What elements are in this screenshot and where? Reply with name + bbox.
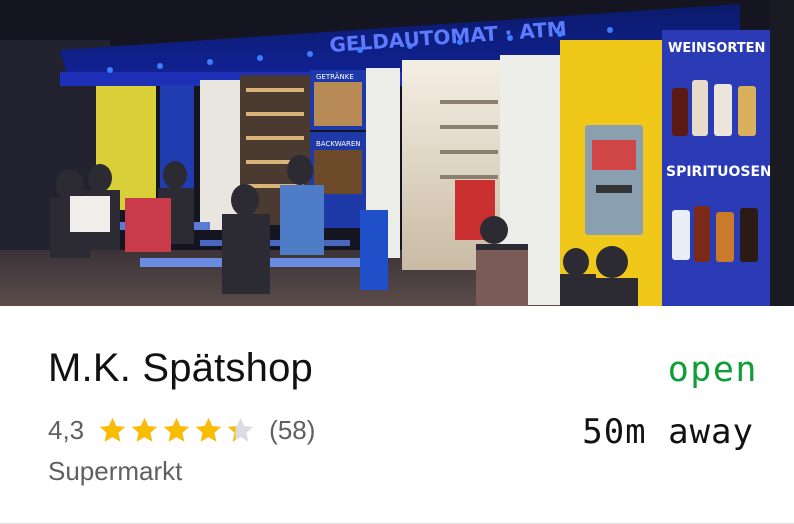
- sign-weinsorten: WEINSORTEN: [668, 41, 765, 56]
- star-icon: [195, 417, 222, 442]
- place-title[interactable]: M.K. Spätshop: [48, 346, 313, 391]
- storefront-photo: GELDAUTOMAT · ATM GETRÄNKE BACKWAREN WEI…: [0, 0, 794, 306]
- place-info: M.K. Spätshop 4,3 (58) Supermarkt open 5…: [0, 306, 794, 524]
- star-icon: [227, 417, 254, 442]
- star-icon: [163, 417, 190, 442]
- review-count: (58): [269, 414, 316, 445]
- open-status: open: [667, 350, 758, 390]
- rating-row[interactable]: 4,3 (58): [48, 412, 315, 448]
- rating-value: 4,3: [48, 414, 85, 445]
- window-label-2: BACKWAREN: [316, 140, 361, 148]
- sign-spirituosen: SPIRITUOSEN: [666, 164, 772, 180]
- place-category: Supermarkt: [48, 456, 183, 486]
- place-photo[interactable]: GELDAUTOMAT · ATM GETRÄNKE BACKWAREN WEI…: [0, 0, 794, 306]
- place-card[interactable]: GELDAUTOMAT · ATM GETRÄNKE BACKWAREN WEI…: [0, 0, 794, 524]
- star-rating: [98, 416, 255, 445]
- distance-label: 50m away: [582, 412, 754, 452]
- window-label-1: GETRÄNKE: [316, 72, 354, 81]
- star-icon: [99, 417, 126, 442]
- star-icon: [131, 417, 158, 442]
